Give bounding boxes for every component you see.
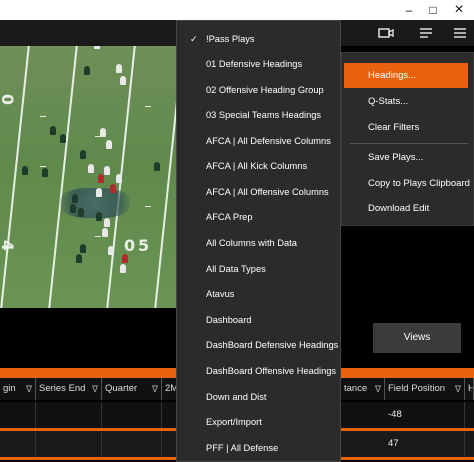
game-video[interactable]: 0 4 5 0 [0,46,176,308]
clear-filters-menu-item[interactable]: Clear Filters [344,115,468,140]
yard-number: 0 [0,94,17,105]
menu-divider [350,143,468,144]
column-header[interactable]: Field Position ∇ [385,378,465,400]
filter-icon[interactable]: ∇ [26,378,32,400]
dropdown-item[interactable]: All Data Types [177,257,340,282]
filter-icon[interactable]: ∇ [375,378,381,400]
column-header[interactable]: tance ∇ [341,378,385,400]
menu-icon[interactable] [452,24,472,42]
video-letterbox [0,308,176,368]
filter-icon[interactable]: ∇ [455,378,461,400]
download-edit-menu-item[interactable]: Download Edit [344,196,468,221]
dropdown-item[interactable]: AFCA | All Offensive Columns [177,180,340,205]
dropdown-item[interactable]: Export/Import [177,410,340,435]
dropdown-item[interactable]: DashBoard Offensive Headings [177,359,340,384]
copy-to-clipboard-menu-item[interactable]: Copy to Plays Clipboard [344,171,470,196]
maximize-button[interactable]: □ [423,2,443,18]
save-plays-menu-item[interactable]: Save Plays... [344,145,468,170]
filter-icon[interactable]: ∇ [92,378,98,400]
field-position-cell: 47 [385,431,465,457]
grid-context-menu: Headings... Q-Stats... Clear Filters Sav… [341,52,474,226]
close-button[interactable]: × [449,2,469,18]
views-button[interactable]: Views [373,323,461,353]
dropdown-item[interactable]: Down and Dist [177,385,340,410]
headings-menu-item[interactable]: Headings... [344,63,468,88]
headings-dropdown: ✓ !Pass Plays 01 Defensive Headings 02 O… [176,20,341,462]
field-logo [60,188,130,218]
yard-number: 0 [124,236,136,255]
filter-icon[interactable]: ∇ [152,378,158,400]
column-header[interactable]: Series End ∇ [36,378,102,400]
dropdown-item[interactable]: 02 Offensive Heading Group [177,78,340,103]
field-position-cell: -48 [385,402,465,428]
check-icon: ✓ [190,34,198,44]
dropdown-item[interactable]: 01 Defensive Headings [177,52,340,77]
dropdown-item[interactable]: DashBoard Defensive Headings [177,333,340,358]
camera-icon[interactable] [378,24,398,42]
dropdown-item[interactable]: PFF | All Defense [177,436,340,461]
dropdown-item[interactable]: AFCA Prep [177,205,340,230]
list-icon[interactable] [418,24,438,42]
title-bar: – □ × [0,0,474,20]
minimize-button[interactable]: – [399,2,419,18]
column-header[interactable]: Quarter ∇ [102,378,162,400]
dropdown-item[interactable]: 03 Special Teams Headings [177,103,340,128]
dropdown-item[interactable]: All Columns with Data [177,231,340,256]
dropdown-item[interactable]: AFCA | All Defensive Columns [177,129,340,154]
dropdown-item[interactable]: Atavus [177,282,340,307]
yard-number: 4 [0,240,17,251]
dropdown-item[interactable]: ✓ !Pass Plays [177,27,340,52]
dropdown-item[interactable]: Dashboard [177,308,340,333]
column-header[interactable]: gin ∇ [0,378,36,400]
column-header[interactable]: H [465,378,474,400]
yard-number: 5 [138,236,150,255]
dropdown-item[interactable]: AFCA | All Kick Columns [177,154,340,179]
q-stats-menu-item[interactable]: Q-Stats... [344,89,468,114]
